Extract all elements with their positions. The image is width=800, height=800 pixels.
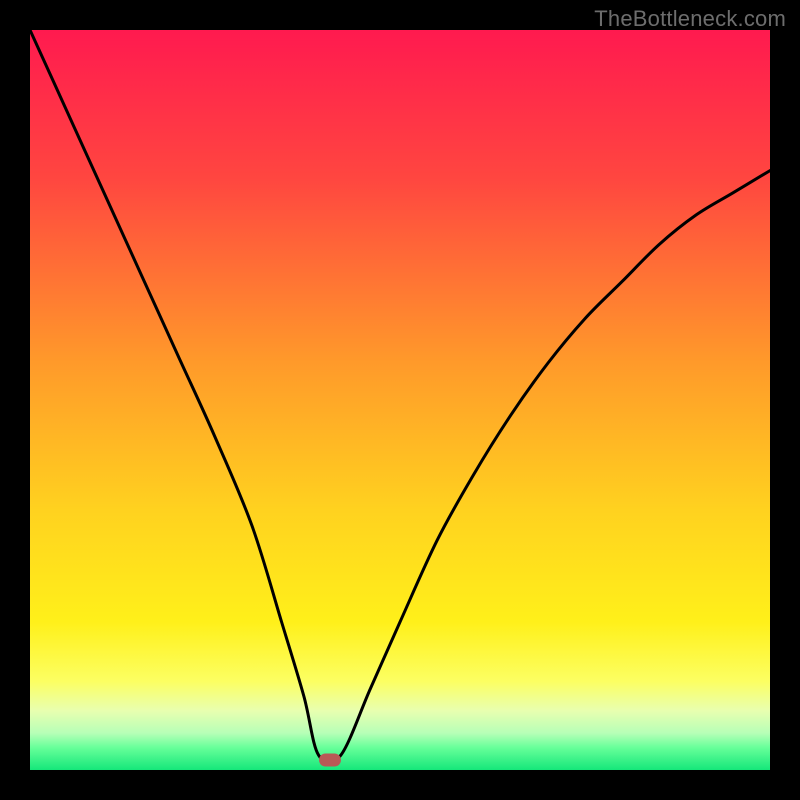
optimal-marker xyxy=(319,753,341,766)
watermark-text: TheBottleneck.com xyxy=(594,6,786,32)
chart-frame: TheBottleneck.com xyxy=(0,0,800,800)
plot-area xyxy=(30,30,770,770)
bottleneck-curve xyxy=(30,30,770,770)
